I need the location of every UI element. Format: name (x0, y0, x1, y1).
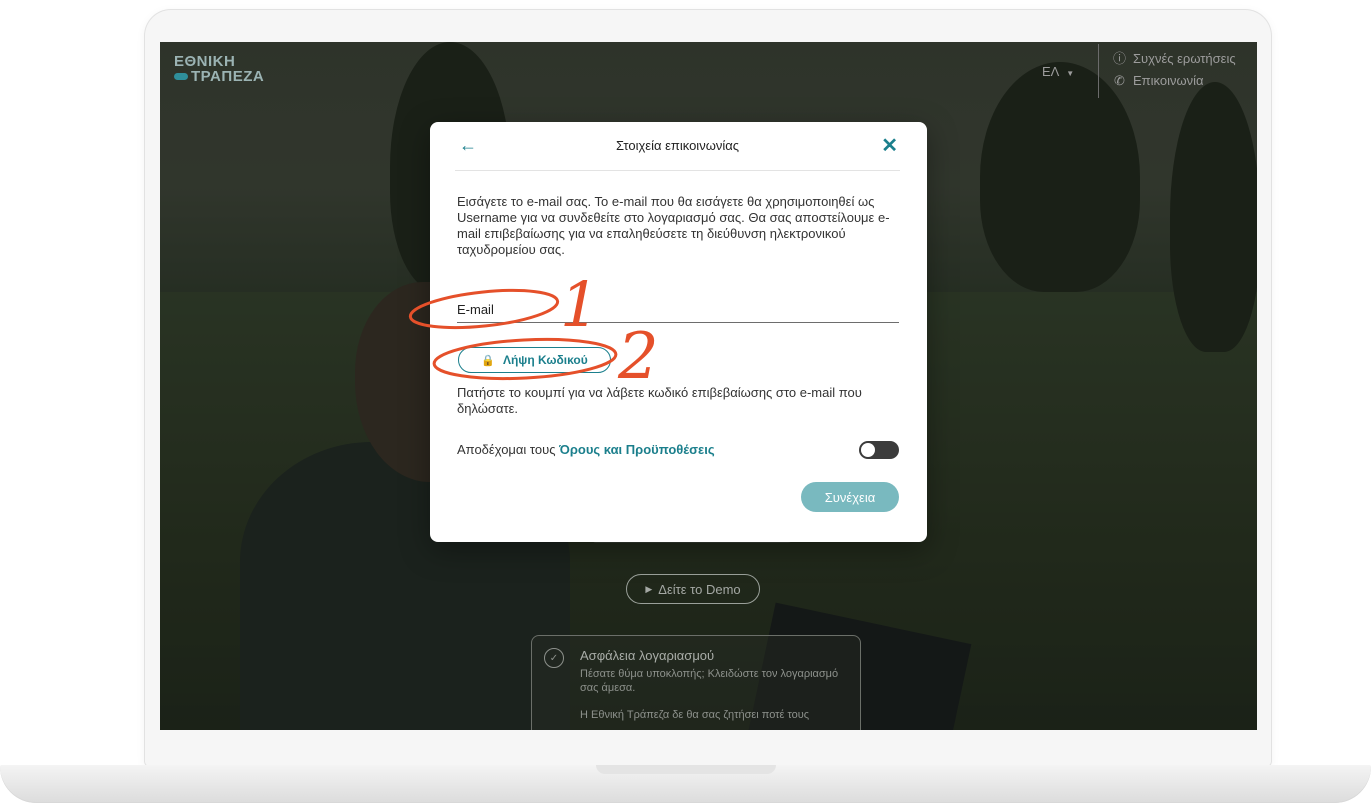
security-text-2: Η Εθνική Τράπεζα δε θα σας ζητήσει ποτέ … (580, 709, 810, 721)
contact-link[interactable]: ✆ Επικοινωνία (1112, 70, 1236, 92)
get-code-button[interactable]: 🔒 Λήψη Κωδικού (458, 347, 611, 373)
shield-icon: ✓ (544, 648, 564, 668)
security-title: Ασφάλεια λογαριασμού (580, 648, 715, 663)
lock-icon: 🔒 (481, 354, 495, 367)
terms-link[interactable]: Όρους και Προϋποθέσεις (559, 442, 714, 457)
language-selector[interactable]: ΕΛ ▼ (1042, 64, 1074, 79)
screen: ΕΘΝΙΚΗ ΤΡΑΠΕΖΑ ΕΛ ▼ ⓘ Συχνές ερωτήσεις ✆… (160, 42, 1257, 730)
play-icon: ▶ (645, 583, 653, 594)
faq-link[interactable]: ⓘ Συχνές ερωτήσεις (1112, 48, 1236, 70)
demo-button[interactable]: ▶ Δείτε το Demo (626, 574, 760, 604)
close-icon[interactable]: ✕ (881, 133, 898, 158)
contact-label: Επικοινωνία (1133, 73, 1204, 88)
terms-row: Αποδέχομαι τους Όρους και Προϋποθέσεις (457, 442, 715, 457)
chevron-down-icon: ▼ (1066, 69, 1075, 78)
email-field[interactable] (457, 298, 899, 323)
terms-prefix: Αποδέχομαι τους (457, 442, 560, 457)
logo-mark-icon (174, 73, 188, 80)
demo-button-label: Δείτε το Demo (658, 581, 741, 597)
logo-line1: ΕΘΝΙΚΗ (174, 53, 236, 70)
language-label: ΕΛ (1042, 64, 1059, 79)
modal-header: ← Στοιχεία επικοινωνίας ✕ (455, 122, 900, 171)
security-card[interactable]: ✓ Ασφάλεια λογαριασμού Πέσατε θύμα υποκλ… (531, 635, 861, 730)
phone-icon: ✆ (1114, 73, 1125, 88)
modal-title: Στοιχεία επικοινωνίας (615, 138, 740, 153)
contact-details-modal: ← Στοιχεία επικοινωνίας ✕ Εισάγετε το e-… (430, 122, 927, 542)
helper-text: Πατήστε το κουμπί για να λάβετε κωδικό ε… (457, 385, 862, 416)
question-circle-icon: ⓘ (1112, 51, 1126, 66)
top-nav: ⓘ Συχνές ερωτήσεις ✆ Επικοινωνία (1112, 48, 1236, 92)
header-divider (1098, 44, 1099, 98)
laptop-notch (596, 765, 776, 774)
bank-logo[interactable]: ΕΘΝΙΚΗ ΤΡΑΠΕΖΑ (174, 54, 264, 84)
security-text: Πέσατε θύμα υποκλοπής; Κλειδώστε τον λογ… (580, 668, 839, 694)
continue-button[interactable]: Συνέχεια (801, 482, 899, 512)
intro-text: Εισάγετε το e-mail σας. Το e-mail που θα… (457, 194, 890, 257)
laptop-mockup: ΕΘΝΙΚΗ ΤΡΑΠΕΖΑ ΕΛ ▼ ⓘ Συχνές ερωτήσεις ✆… (0, 0, 1371, 803)
logo-line2: ΤΡΑΠΕΖΑ (191, 68, 265, 85)
toggle-knob (861, 443, 875, 457)
terms-toggle[interactable] (859, 441, 899, 459)
get-code-label: Λήψη Κωδικού (502, 353, 588, 367)
faq-label: Συχνές ερωτήσεις (1133, 51, 1236, 66)
